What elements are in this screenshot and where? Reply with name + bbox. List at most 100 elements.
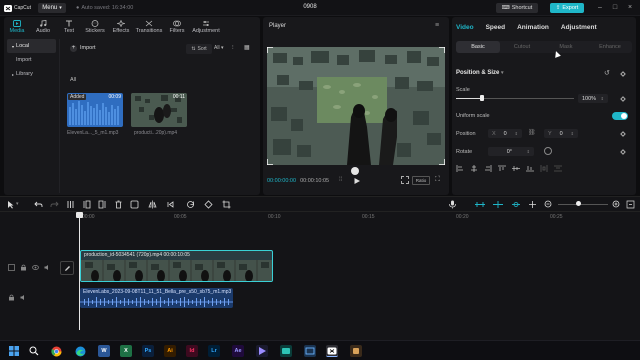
microphone-icon[interactable]	[448, 200, 457, 209]
lock-icon[interactable]	[20, 264, 27, 271]
minimize-icon[interactable]: –	[596, 4, 604, 12]
subtab-cutout[interactable]: Cutout	[500, 41, 544, 53]
tab-audio[interactable]: Audio	[30, 17, 56, 37]
align-left-icon[interactable]	[456, 165, 464, 172]
lock-icon[interactable]	[8, 294, 15, 301]
tab-animation[interactable]: Animation	[517, 24, 549, 31]
playhead[interactable]	[76, 212, 83, 330]
crop-icon[interactable]	[222, 200, 231, 209]
frame-step-icon[interactable]: ⁞⁞	[339, 177, 342, 183]
select-cursor-icon[interactable]	[6, 200, 15, 209]
slider-knob[interactable]	[479, 95, 484, 101]
filter-icon[interactable]: ⫶	[232, 45, 234, 52]
reverse-icon[interactable]	[166, 200, 175, 209]
close-icon[interactable]: ×	[626, 4, 634, 12]
zoom-knob[interactable]	[576, 201, 581, 206]
all-filter-button[interactable]: All ▾	[214, 45, 223, 51]
play-button[interactable]	[353, 177, 361, 185]
tab-video[interactable]: Video	[456, 24, 474, 31]
tab-effects[interactable]: Effects	[108, 17, 134, 37]
scale-value-field[interactable]: 100% ⇕	[578, 94, 608, 103]
sidebar-item-local[interactable]: ▾ Local	[7, 39, 56, 53]
more-menu-icon[interactable]: ≡	[435, 22, 439, 29]
zoom-out-icon[interactable]	[544, 200, 553, 209]
keyframe-icon[interactable]	[620, 131, 626, 137]
align-right-icon[interactable]	[484, 165, 492, 172]
subtab-basic[interactable]: Basic	[456, 41, 500, 53]
indesign-icon[interactable]: Id	[186, 345, 198, 357]
tab-text[interactable]: Text	[56, 17, 82, 37]
video-clip[interactable]: production_id-5034541 (720p).mp4 00:00:1…	[80, 250, 273, 282]
sidebar-item-library[interactable]: ▸ Library	[4, 67, 59, 81]
auto-snap-icon[interactable]	[492, 200, 504, 209]
subtab-mask[interactable]: Mask	[544, 41, 588, 53]
tab-speed[interactable]: Speed	[486, 24, 506, 31]
audio-clip[interactable]: ElevenLabs_2023-09-08T11_11_51_Bella_pre…	[80, 288, 233, 308]
aftereffects-icon[interactable]: Ae	[232, 345, 244, 357]
reset-icon[interactable]: ↺	[604, 69, 610, 77]
sort-button[interactable]: ⇅ Sort	[186, 44, 212, 54]
delete-icon[interactable]	[114, 200, 123, 209]
excel-icon[interactable]: X	[120, 345, 132, 357]
timeline-ruler[interactable]: 00:00 00:05 00:10 00:15 00:20 00:25	[78, 212, 640, 222]
capcut-icon[interactable]	[326, 345, 338, 357]
video-preview[interactable]	[267, 47, 445, 165]
split-right-icon[interactable]	[98, 200, 107, 209]
cover-edit-button[interactable]	[60, 261, 74, 275]
position-x-field[interactable]: X 0 ⇕	[488, 129, 522, 138]
windows-icon[interactable]	[8, 345, 20, 357]
shortcut-button[interactable]: ⌨ Shortcut	[496, 3, 538, 13]
mirror-icon[interactable]	[148, 200, 157, 209]
premiere-icon[interactable]	[256, 345, 268, 357]
speaker-icon[interactable]	[20, 294, 27, 301]
media-player-icon[interactable]	[280, 345, 292, 357]
tab-transitions[interactable]: Transitions	[134, 17, 164, 37]
media-thumbnail-audio[interactable]: Added 00:09	[67, 93, 123, 127]
app-icon[interactable]	[350, 345, 362, 357]
word-icon[interactable]: W	[98, 345, 110, 357]
link-icon[interactable]: ⛓	[528, 129, 536, 136]
redo-icon[interactable]	[50, 200, 59, 209]
illustrator-icon[interactable]: Ai	[164, 345, 176, 357]
rotate-cw-icon[interactable]	[204, 200, 213, 209]
tab-adjustment[interactable]: Adjustment	[190, 17, 222, 37]
chevron-down-icon[interactable]: ▾	[16, 201, 19, 207]
chrome-icon[interactable]	[50, 345, 62, 357]
maximize-icon[interactable]: □	[611, 4, 619, 12]
rotate-dial-icon[interactable]	[544, 147, 552, 155]
zoom-in-icon[interactable]	[612, 200, 621, 209]
split-left-icon[interactable]	[82, 200, 91, 209]
freeze-frame-icon[interactable]	[130, 200, 139, 209]
tab-adjustment[interactable]: Adjustment	[561, 24, 597, 31]
ratio-button[interactable]: Ratio	[412, 176, 430, 185]
fullscreen-icon[interactable]: ⛶	[435, 176, 440, 184]
keyframe-icon[interactable]	[620, 149, 626, 155]
rotate-field[interactable]: 0° ⇕	[488, 147, 534, 156]
linkage-icon[interactable]	[510, 200, 522, 209]
playhead-handle[interactable]	[76, 212, 83, 218]
distribute-h-icon[interactable]	[540, 165, 548, 172]
sidebar-item-import[interactable]: Import	[4, 53, 59, 67]
align-bottom-icon[interactable]	[526, 165, 534, 172]
undo-icon[interactable]	[34, 200, 43, 209]
align-center-h-icon[interactable]	[470, 165, 478, 172]
split-icon[interactable]	[66, 200, 75, 209]
eye-icon[interactable]	[32, 264, 39, 271]
fullscreen-crop-icon[interactable]	[401, 176, 409, 184]
search-icon[interactable]	[28, 345, 40, 357]
screenshot-icon[interactable]	[304, 345, 316, 357]
tab-media[interactable]: Media	[4, 17, 30, 37]
position-y-field[interactable]: Y 0 ⇕	[544, 129, 578, 138]
fit-timeline-icon[interactable]	[626, 200, 635, 209]
zoom-slider[interactable]	[558, 201, 608, 206]
chevron-down-icon[interactable]: ▾	[501, 70, 504, 76]
lightroom-icon[interactable]: Lr	[208, 345, 220, 357]
keyframe-icon[interactable]	[620, 71, 626, 77]
preview-axis-icon[interactable]	[528, 200, 537, 209]
rotate-icon[interactable]	[186, 200, 195, 209]
main-track-magnet-icon[interactable]	[474, 200, 486, 209]
import-button[interactable]: + Import	[70, 43, 106, 53]
scale-slider[interactable]	[456, 95, 574, 101]
align-top-icon[interactable]	[498, 165, 506, 172]
distribute-v-icon[interactable]	[554, 165, 562, 172]
